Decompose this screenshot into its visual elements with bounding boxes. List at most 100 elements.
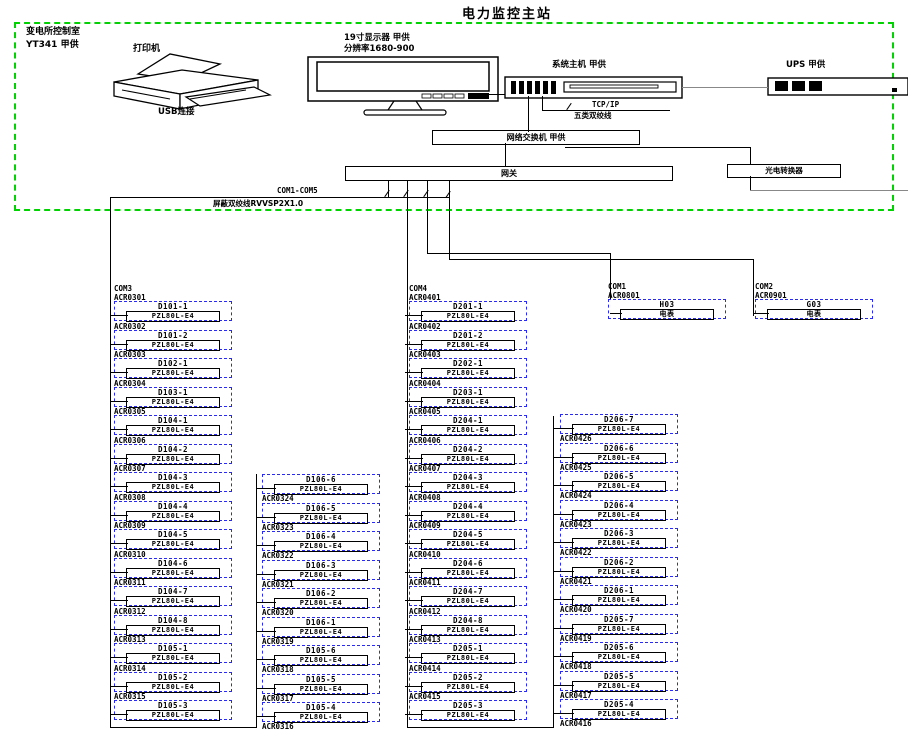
device-unit: D205-2 PZL80L-E4 xyxy=(409,671,527,693)
com-port-label: COM4 xyxy=(409,284,428,293)
device-id: D104-4 xyxy=(157,501,189,511)
device-id: D104-1 xyxy=(157,416,189,425)
device-model-box: PZL80L-E4 xyxy=(421,710,515,721)
device-id: D201-1 xyxy=(452,302,484,311)
connector-stub xyxy=(110,543,128,544)
network-switch-box: 网络交换机 甲供 xyxy=(432,130,640,145)
device-model-box: PZL80L-E4 xyxy=(126,425,220,436)
connector-stub xyxy=(110,571,128,573)
device-model-box: 电表 xyxy=(620,309,714,320)
tcpip-label: TCP/IP xyxy=(592,100,620,109)
connector-stub xyxy=(553,684,574,686)
connector-stub xyxy=(405,628,423,630)
connector-line xyxy=(682,87,768,88)
device-id: D105-6 xyxy=(305,646,337,655)
connector-stub xyxy=(110,600,128,601)
connector-stub xyxy=(110,372,128,373)
device-unit: D204-1 PZL80L-E4 xyxy=(409,415,527,436)
page-title: 电力监控主站 xyxy=(462,7,553,22)
connector-stub xyxy=(405,514,423,516)
device-id: D206-2 xyxy=(603,557,635,567)
device-id: D206-7 xyxy=(603,415,635,424)
device-id: D104-6 xyxy=(157,558,189,568)
device-id: D206-6 xyxy=(603,443,635,453)
device-unit: D104-3 PZL80L-E4 xyxy=(114,472,232,493)
device-id: D106-3 xyxy=(305,560,337,570)
device-model-box: PZL80L-E4 xyxy=(274,569,368,581)
device-model-box: PZL80L-E4 xyxy=(572,452,666,464)
connector-stub xyxy=(405,486,423,487)
connector-stub xyxy=(110,315,128,316)
connector-line xyxy=(750,147,751,165)
device-model-box: PZL80L-E4 xyxy=(274,712,368,723)
connector-stub xyxy=(405,343,423,345)
connector-line xyxy=(528,96,529,132)
device-id: D201-2 xyxy=(452,330,484,340)
connector-stub xyxy=(256,488,276,489)
device-id: D102-1 xyxy=(157,359,189,368)
connector-line xyxy=(388,180,389,198)
usb-label: USB连接 xyxy=(158,107,195,117)
connector-stub xyxy=(110,657,128,658)
device-unit: H03 电表 xyxy=(608,299,726,320)
device-unit: D204-7 PZL80L-E4 xyxy=(409,586,527,607)
device-id: D202-1 xyxy=(452,359,484,368)
connector-line xyxy=(449,259,754,260)
device-id: D205-4 xyxy=(603,700,635,709)
device-id: D205-3 xyxy=(452,701,484,710)
device-unit: D104-5 PZL80L-E4 xyxy=(114,529,232,550)
device-id: D106-2 xyxy=(305,589,337,598)
device-model-box: PZL80L-E4 xyxy=(126,539,220,550)
device-unit: D106-3 PZL80L-E4 xyxy=(262,559,380,581)
device-unit: D104-6 PZL80L-E4 xyxy=(114,557,232,579)
device-id: D206-1 xyxy=(603,586,635,595)
device-id: D105-5 xyxy=(305,674,337,684)
connector-stub xyxy=(553,627,574,629)
connector-stub xyxy=(256,573,276,575)
monitor-icon xyxy=(307,56,499,116)
device-unit: D206-6 PZL80L-E4 xyxy=(560,442,678,464)
connector-line xyxy=(256,474,257,727)
device-unit: D103-1 PZL80L-E4 xyxy=(114,386,232,408)
com-port-label: COM1 xyxy=(608,282,627,291)
connector-stub xyxy=(256,516,276,518)
device-model-box: PZL80L-E4 xyxy=(274,598,368,609)
device-id: D204-5 xyxy=(452,530,484,539)
connector-stub xyxy=(405,315,423,316)
connector-line xyxy=(110,197,111,727)
device-unit: D204-4 PZL80L-E4 xyxy=(409,500,527,522)
device-unit: D205-3 PZL80L-E4 xyxy=(409,700,527,721)
device-id: D205-1 xyxy=(452,644,484,653)
device-id: D203-1 xyxy=(452,387,484,397)
connector-stub xyxy=(610,313,622,314)
connector-stub xyxy=(553,542,574,543)
device-unit: D205-7 PZL80L-E4 xyxy=(560,613,678,635)
connector-stub xyxy=(256,545,276,546)
cat5-cable-label: 五类双绞线 xyxy=(574,111,612,120)
connector-stub xyxy=(405,543,423,544)
connector-stub xyxy=(256,630,276,632)
device-unit: D203-1 PZL80L-E4 xyxy=(409,386,527,408)
device-unit: D104-2 PZL80L-E4 xyxy=(114,443,232,465)
device-model-box: PZL80L-E4 xyxy=(126,510,220,522)
device-unit: D202-1 PZL80L-E4 xyxy=(409,358,527,379)
connector-stub xyxy=(256,659,276,660)
ups-label: UPS 甲供 xyxy=(786,60,826,70)
connector-line xyxy=(542,110,670,111)
connector-line xyxy=(553,416,554,727)
connector-stub xyxy=(405,400,423,402)
device-id: D105-1 xyxy=(157,644,189,653)
device-model-box: PZL80L-E4 xyxy=(421,567,515,579)
device-model-box: PZL80L-E4 xyxy=(126,482,220,493)
connector-stub xyxy=(553,570,574,572)
connector-line xyxy=(565,147,751,148)
connector-stub xyxy=(405,657,423,658)
device-unit: D105-6 PZL80L-E4 xyxy=(262,645,380,666)
device-unit: D101-2 PZL80L-E4 xyxy=(114,329,232,351)
device-unit: D204-5 PZL80L-E4 xyxy=(409,529,527,550)
connector-stub xyxy=(110,685,128,687)
connector-line xyxy=(449,180,450,260)
connector-stub xyxy=(110,714,128,715)
device-unit: D106-1 PZL80L-E4 xyxy=(262,616,380,638)
device-unit: D204-8 PZL80L-E4 xyxy=(409,614,527,636)
